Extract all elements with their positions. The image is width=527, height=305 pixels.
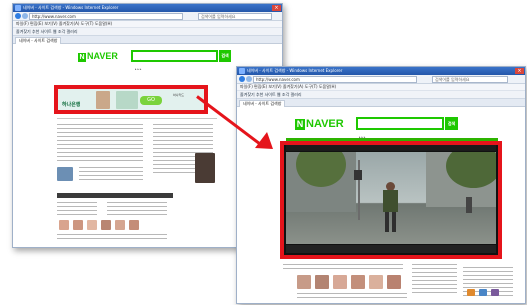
left-movie-poster	[195, 153, 215, 183]
left-list-2	[57, 202, 97, 216]
right-green-nav	[286, 138, 498, 141]
forward-icon[interactable]	[22, 13, 28, 19]
right-face-3	[333, 275, 347, 289]
right-face-4	[351, 275, 365, 289]
close-icon[interactable]: ×	[272, 5, 281, 11]
right-naver-search-button[interactable]: 검색	[445, 117, 458, 130]
left-news-thumb	[57, 167, 73, 181]
left-face-4	[101, 220, 111, 230]
right-tab-row: 네이버 - 사이트 검색창	[237, 99, 525, 107]
left-naver-search-input[interactable]	[131, 50, 218, 62]
right-face-6	[387, 275, 401, 289]
left-news-list	[57, 124, 143, 164]
right-tab[interactable]: 네이버 - 사이트 검색창	[239, 100, 286, 107]
scene-person-leg2	[392, 212, 396, 232]
right-address-row: http://www.naver.com 검색어를 입력하세요	[237, 75, 525, 84]
right-ie-search[interactable]: 검색어를 입력하세요	[432, 76, 508, 83]
naver-n-icon: N	[78, 53, 86, 62]
left-list-3	[107, 202, 167, 216]
naver-n-icon: N	[295, 119, 305, 130]
back-icon[interactable]	[239, 76, 245, 82]
right-address-bar[interactable]: http://www.naver.com	[253, 76, 417, 83]
ad-people-image	[116, 91, 138, 109]
right-naver-search-input[interactable]	[356, 117, 444, 130]
close-icon[interactable]: ×	[515, 68, 524, 74]
left-tab-row: 네이버 - 사이트 검색창	[13, 36, 282, 44]
right-face-5	[369, 275, 383, 289]
ad-go-badge: GO	[140, 96, 162, 105]
right-face-2	[315, 275, 329, 289]
right-titlebar: 네이버 - 사이트 검색창 - Windows Internet Explore…	[237, 67, 525, 75]
right-favorites-bar[interactable]: 즐겨찾기 추천 사이트 웹 조각 갤러리	[237, 91, 525, 99]
right-face-1	[297, 275, 311, 289]
right-mini-3	[491, 289, 499, 296]
scene-bg-person	[466, 197, 472, 213]
right-mini-1	[467, 289, 475, 296]
left-face-6	[129, 220, 139, 230]
ie-icon	[239, 68, 245, 74]
left-search-links: ▸ ▸ ▸	[135, 67, 142, 71]
left-face-3	[87, 220, 97, 230]
left-face-1	[59, 220, 69, 230]
left-news-text	[79, 167, 143, 181]
right-video-controls[interactable]	[286, 245, 496, 253]
right-title-text: 네이버 - 사이트 검색창 - Windows Internet Explore…	[247, 68, 343, 73]
right-list-1	[283, 264, 403, 272]
left-face-5	[115, 220, 125, 230]
left-address-bar[interactable]: http://www.naver.com	[29, 13, 183, 20]
left-favorites-bar[interactable]: 즐겨찾기 추천 사이트 웹 조각 갤러리	[13, 28, 282, 36]
scene-traffic-light	[354, 170, 362, 180]
forward-icon[interactable]	[246, 76, 252, 82]
right-video-scene	[286, 152, 496, 244]
left-dark-bar	[57, 193, 173, 198]
left-ad-headline: 하나은행	[62, 102, 81, 108]
ie-icon	[15, 5, 21, 11]
right-mini-2	[479, 289, 487, 296]
scene-pole	[358, 160, 360, 220]
left-menubar[interactable]: 파일(F) 편집(E) 보기(V) 즐겨찾기(A) 도구(T) 도움말(H)	[13, 21, 282, 28]
right-naver-logo: N NAVER	[295, 118, 344, 130]
right-browser-window: 네이버 - 사이트 검색창 - Windows Internet Explore…	[236, 66, 526, 304]
left-ad-side-text: 하나카드	[173, 93, 185, 97]
left-tab[interactable]: 네이버 - 사이트 검색창	[15, 37, 62, 44]
left-bottom-text	[57, 234, 167, 240]
left-naver-search-button[interactable]: 검색	[219, 50, 231, 62]
right-page: N NAVER 검색 ▸ ▸ ▸	[237, 107, 525, 303]
ad-person-image	[96, 91, 110, 109]
left-face-2	[73, 220, 83, 230]
scene-person-leg	[385, 212, 389, 232]
left-ie-search[interactable]: 검색어를 입력하세요	[198, 13, 272, 20]
left-naver-logo: N NAVER	[78, 51, 118, 62]
right-list-2	[412, 264, 457, 294]
left-title-text: 네이버 - 사이트 검색창 - Windows Internet Explore…	[23, 5, 119, 10]
right-bottom-text	[297, 293, 407, 298]
left-divider	[57, 118, 217, 119]
left-titlebar: 네이버 - 사이트 검색창 - Windows Internet Explore…	[13, 4, 282, 12]
left-address-row: http://www.naver.com 검색어를 입력하세요	[13, 12, 282, 21]
right-video-top-bar	[286, 145, 496, 151]
right-menubar[interactable]: 파일(F) 편집(E) 보기(V) 즐겨찾기(A) 도구(T) 도움말(H)	[237, 84, 525, 91]
back-icon[interactable]	[15, 13, 21, 19]
scene-person-body	[383, 190, 398, 212]
